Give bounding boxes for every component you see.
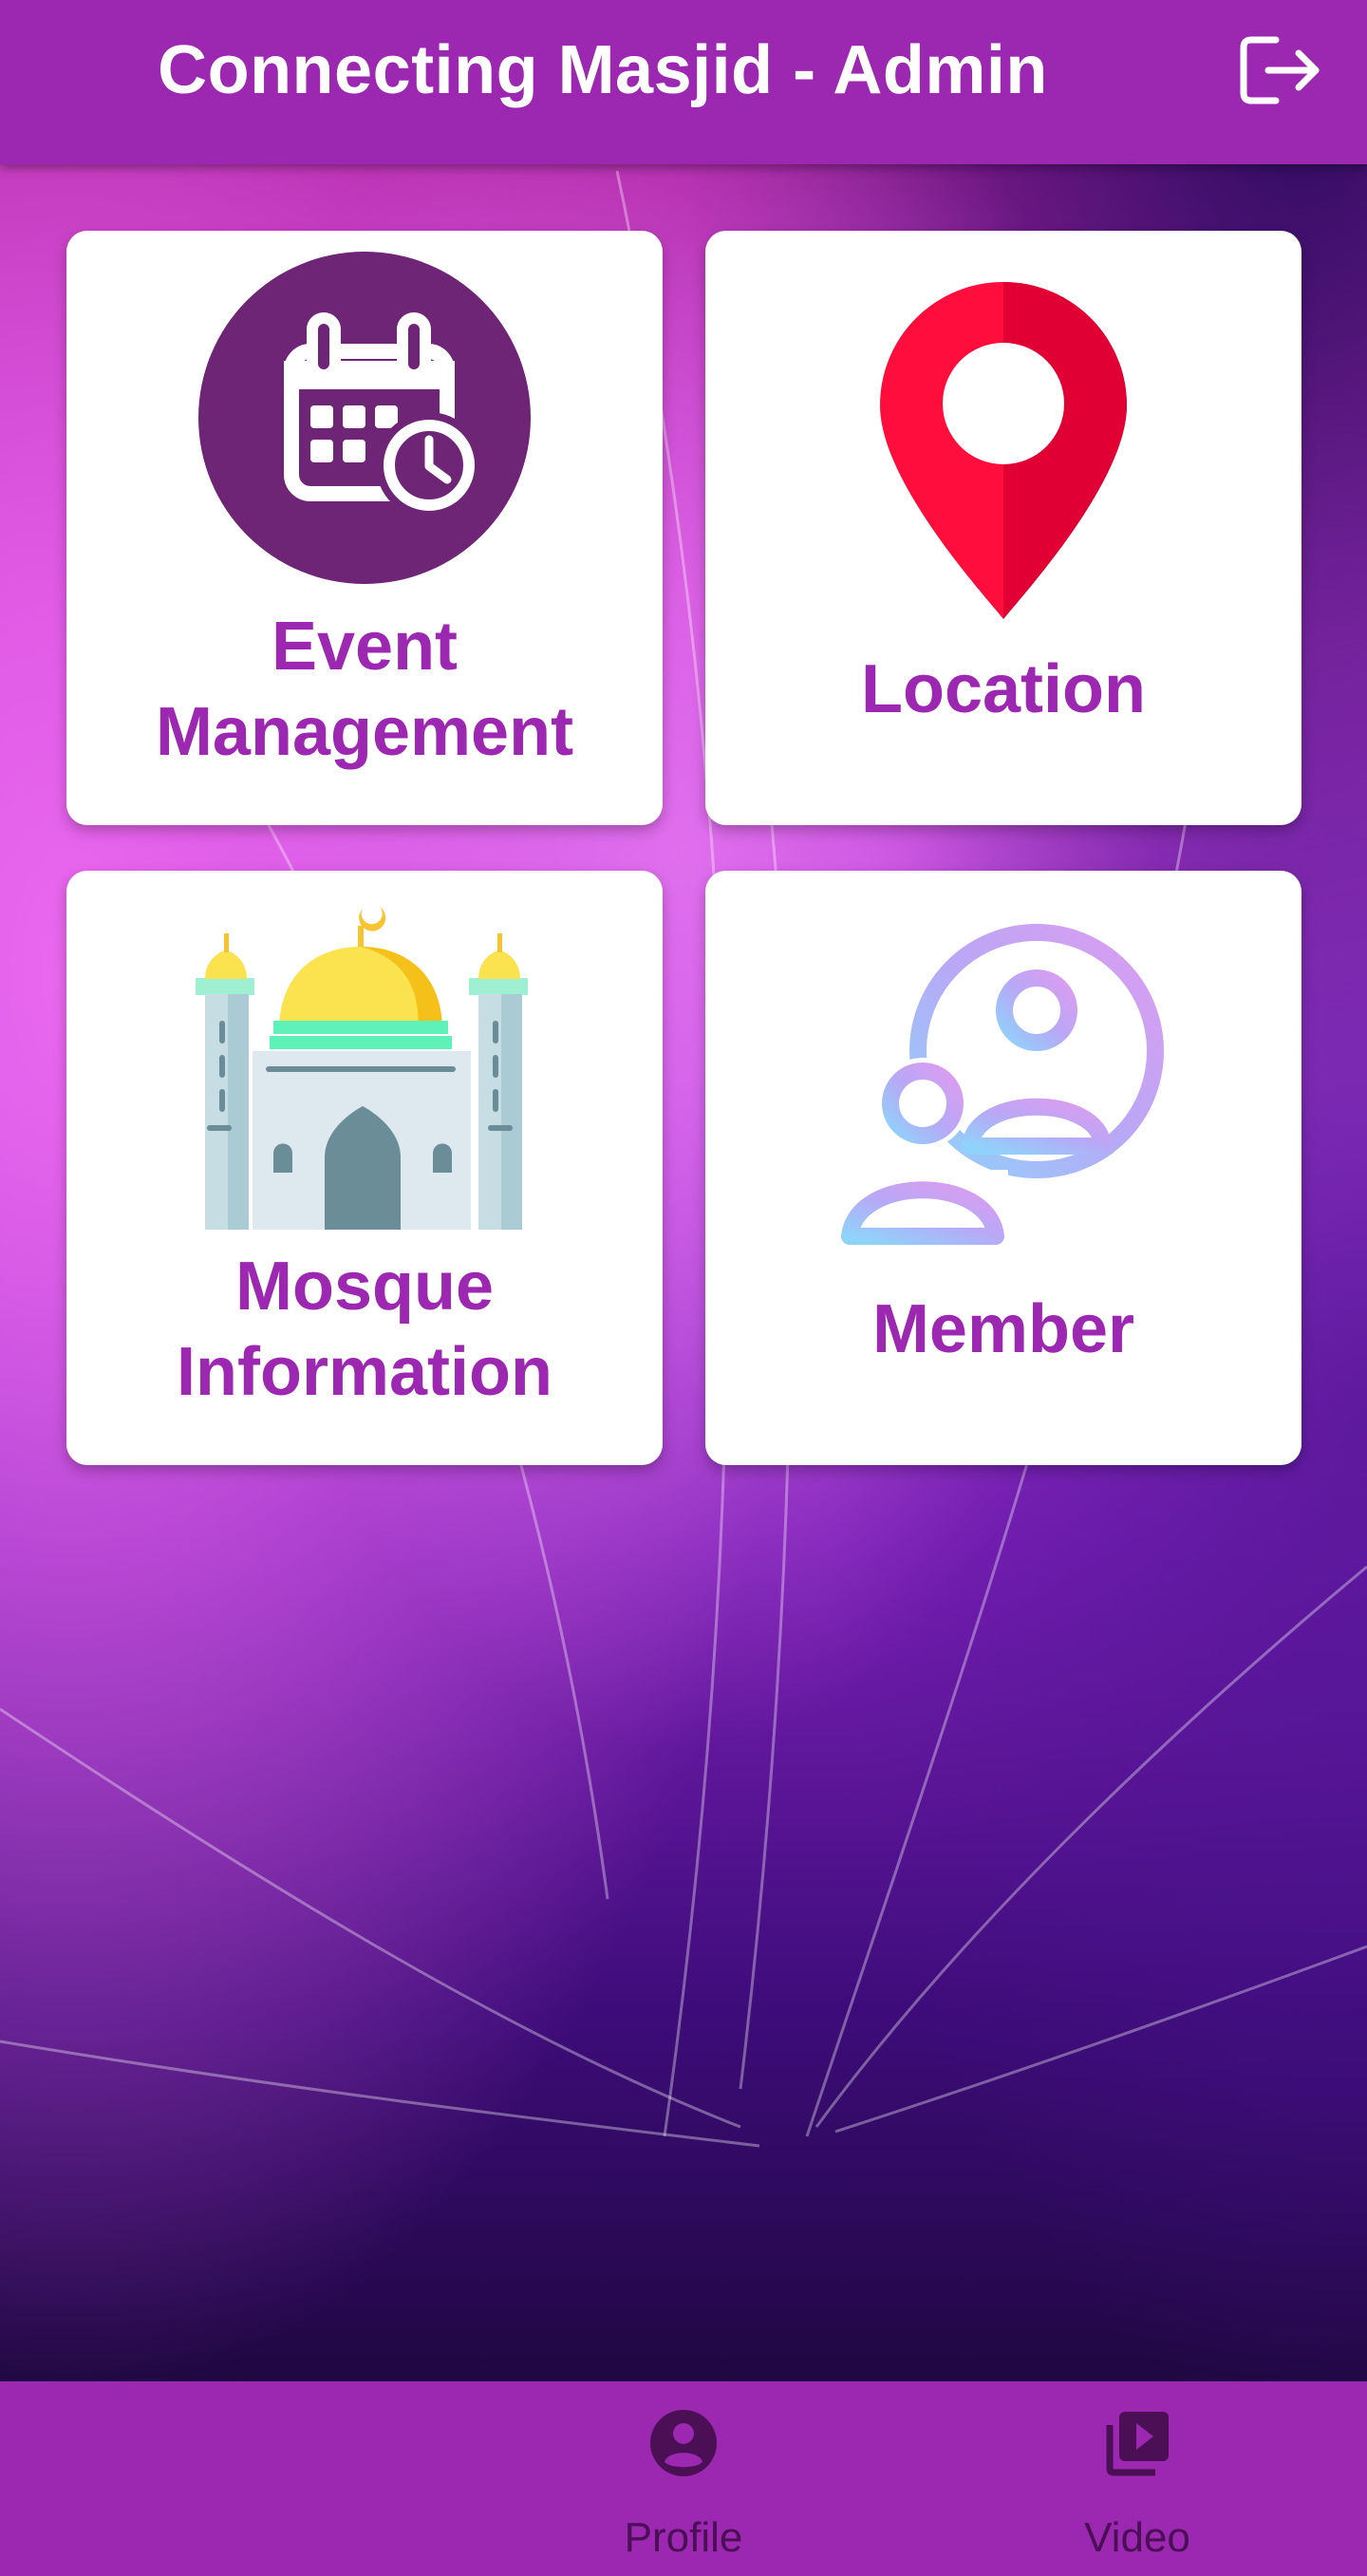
location-card[interactable]: Location [705,231,1301,825]
account-circle-icon [650,2410,717,2476]
mosque-information-card[interactable]: Mosque Information [66,871,663,1465]
card-label-line: Management [155,694,574,770]
location-label: Location [705,647,1301,732]
nav-item-profile[interactable]: Profile [560,2381,807,2576]
map-pin-icon [880,282,1127,619]
calendar-clock-icon [198,252,531,584]
member-label: Member [705,1287,1301,1372]
logout-icon [1240,36,1320,104]
card-label-line: Event [271,609,459,685]
nav-label-video: Video [1084,2514,1190,2561]
bottom-navigation: Profile Video [0,2381,1367,2576]
nav-label-profile: Profile [624,2514,743,2561]
card-label-line: Member [871,1291,1135,1367]
card-label-line: Location [861,651,1146,727]
event-management-card[interactable]: Event Management [66,231,663,825]
member-card[interactable]: Member [705,871,1301,1465]
mosque-icon [196,907,528,1230]
members-icon [841,924,1164,1246]
logout-button[interactable] [1234,30,1325,110]
event-management-label: Event Management [66,604,663,775]
video-library-icon [1106,2412,1169,2476]
app-bar: Connecting Masjid - Admin [0,0,1367,164]
app-title: Connecting Masjid - Admin [158,32,1048,108]
nav-item-video[interactable]: Video [1014,2381,1261,2576]
card-label-line: Information [177,1334,552,1410]
card-label-line: Mosque [234,1249,494,1325]
mosque-information-label: Mosque Information [66,1244,663,1415]
